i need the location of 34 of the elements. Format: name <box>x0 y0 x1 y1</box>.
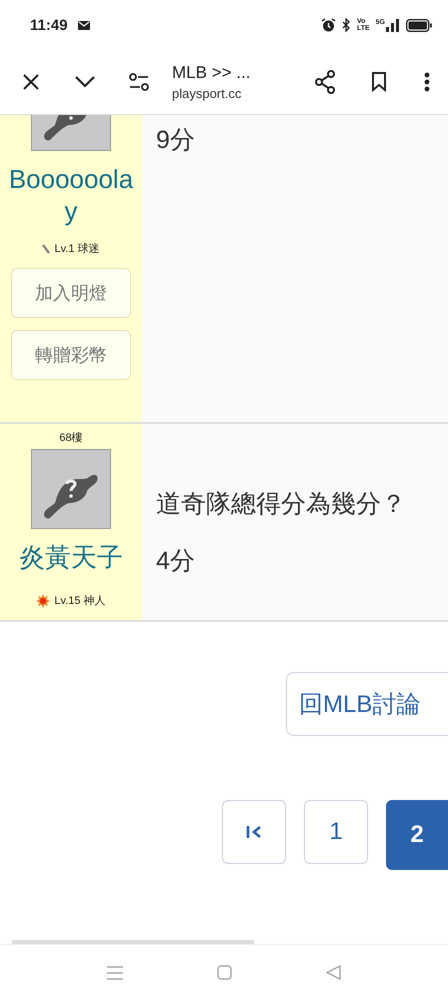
menu-icon[interactable] <box>107 966 123 980</box>
chevron-down-icon <box>74 75 96 89</box>
close-icon <box>22 73 40 91</box>
page-title: MLB >> ... <box>172 63 252 83</box>
mail-icon <box>78 20 90 30</box>
bluetooth-icon <box>342 18 351 32</box>
page-button[interactable]: 1 <box>304 800 368 864</box>
floor-number: 68樓 <box>59 431 83 445</box>
more-icon <box>424 72 430 92</box>
sun-badge-icon <box>36 594 50 608</box>
back-icon[interactable] <box>326 965 341 980</box>
page-url: playsport.cc <box>172 86 242 101</box>
sliders-icon <box>128 73 150 91</box>
avatar-placeholder-icon <box>31 449 111 529</box>
alarm-clock-icon <box>320 18 336 32</box>
side-action-button[interactable]: 轉贈彩幣 <box>11 330 131 380</box>
back-to-forum-button[interactable]: 回MLB討論 <box>286 672 448 736</box>
post-text: 9分 <box>156 125 196 156</box>
pencil-icon <box>42 244 50 254</box>
user-level: Lv.15 神人 <box>54 594 106 608</box>
post-text: 道奇隊總得分為幾分？ <box>156 489 407 520</box>
side-action-button[interactable]: 加入明燈 <box>11 268 131 318</box>
username-link[interactable]: Boooooola y <box>8 163 134 227</box>
home-icon[interactable] <box>217 965 232 980</box>
page-button[interactable]: 2 <box>386 800 448 870</box>
first-page-icon <box>246 824 262 840</box>
status-time: 11:49 <box>30 16 68 34</box>
bookmark-icon <box>371 72 387 92</box>
signal-icon <box>386 18 400 32</box>
share-icon <box>314 70 336 94</box>
post-text: 4分 <box>156 546 196 577</box>
username-link[interactable]: 炎黃天子 <box>19 541 123 573</box>
user-level: Lv.1 球迷 <box>54 242 100 256</box>
battery-icon <box>406 18 432 32</box>
